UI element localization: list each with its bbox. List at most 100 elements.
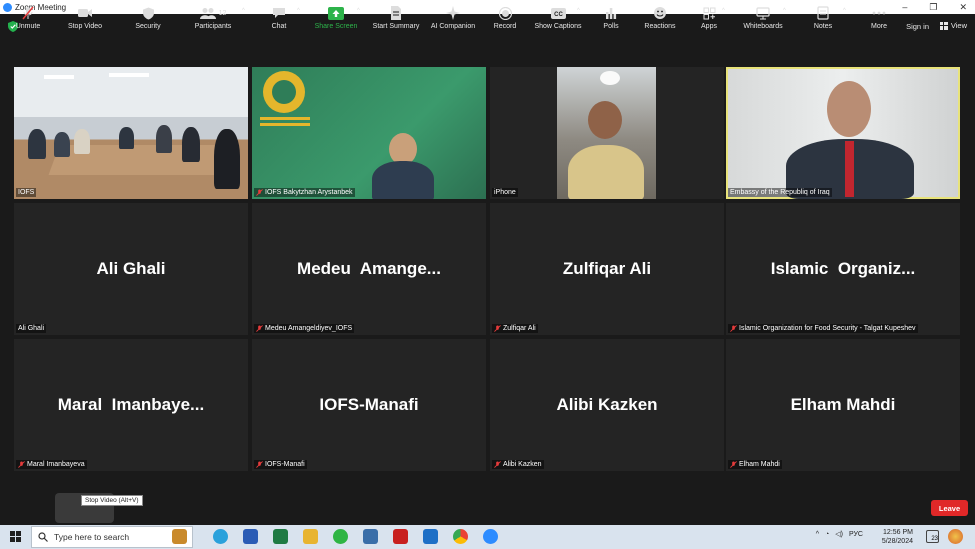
apps-icon <box>703 4 716 22</box>
tile-name-label: Islamic Organization for Food Security -… <box>728 324 918 333</box>
participant-display-name: Medeu Amange... <box>297 259 441 278</box>
name-tile-manafi[interactable]: IOFS-Manafi IOFS-Manafi <box>252 339 486 471</box>
apps-label: Apps <box>701 23 717 30</box>
polls-bar-icon <box>605 4 617 22</box>
logo-inner <box>272 80 296 104</box>
taskbar-app-zoom-icon[interactable] <box>483 529 498 544</box>
participant-head <box>827 81 871 137</box>
more-label: More <box>871 23 887 30</box>
taskbar-widget-icon[interactable] <box>948 529 963 544</box>
tray-volume-icon[interactable]: ◁) <box>835 530 843 538</box>
minimize-button[interactable]: – <box>902 2 907 12</box>
show-captions-button[interactable]: CC Show Captions <box>532 0 584 34</box>
svg-text:CC: CC <box>554 12 563 18</box>
participant-tie <box>845 141 854 197</box>
logo-text-line <box>260 117 310 120</box>
name-tile-zulfiqar[interactable]: Zulfiqar Ali Zulfiqar Ali <box>490 203 724 335</box>
chat-button[interactable]: Chat <box>264 0 294 34</box>
more-button[interactable]: More <box>864 0 894 34</box>
tile-name-label: IOFS <box>16 188 37 197</box>
reactions-button[interactable]: Reactions <box>640 0 680 34</box>
name-tile-medeu[interactable]: Medeu Amange... Medeu Amangeldiyev_IOFS <box>252 203 486 335</box>
share-screen-caret[interactable]: ^ <box>357 8 360 14</box>
tray-network-icon[interactable]: ◔ <box>825 531 829 538</box>
participants-button[interactable]: 12 Participants <box>190 0 236 34</box>
record-button[interactable]: Record <box>490 0 520 34</box>
more-dots-icon <box>872 4 886 22</box>
taskbar-app-whatsapp-icon[interactable] <box>333 529 348 544</box>
tile-name-text: Zulfiqar Ali <box>503 325 536 332</box>
name-tile-elham[interactable]: Elham Mahdi Elham Mahdi <box>726 339 960 471</box>
start-summary-button[interactable]: Start Summary <box>370 0 422 34</box>
show-captions-label: Show Captions <box>534 23 582 30</box>
notification-center-icon[interactable]: 23 <box>926 530 939 543</box>
taskbar-app-word-icon[interactable] <box>243 529 258 544</box>
whiteboard-icon <box>756 4 770 22</box>
view-button[interactable]: View <box>939 21 967 30</box>
participants-caret[interactable]: ^ <box>242 8 245 14</box>
video-tile-iraq-active-speaker[interactable]: Embassy of the Republiq of Iraq <box>726 67 960 199</box>
apps-button[interactable]: Apps <box>696 0 722 34</box>
video-tile-iphone[interactable]: iPhone <box>490 67 724 199</box>
taskbar-app-chrome-icon[interactable] <box>453 529 468 544</box>
whiteboards-label: Whiteboards <box>743 23 783 30</box>
stop-video-tooltip: Stop Video (Alt+V) <box>81 495 143 506</box>
leave-button[interactable]: Leave <box>931 500 968 516</box>
taskbar-app-excel-icon[interactable] <box>273 529 288 544</box>
video-tile-iofs[interactable]: IOFS <box>14 67 248 199</box>
notes-button[interactable]: Notes <box>808 0 838 34</box>
share-screen-icon <box>328 4 344 22</box>
share-screen-button[interactable]: Share Screen <box>312 0 360 34</box>
taskbar-app-explorer-icon[interactable] <box>303 529 318 544</box>
captions-caret[interactable]: ^ <box>577 8 580 14</box>
stop-video-button[interactable]: Stop Video <box>60 0 110 34</box>
taskbar-app-acrobat-icon[interactable] <box>393 529 408 544</box>
tray-chevron-icon[interactable]: ^ <box>816 531 819 538</box>
name-tile-ali-ghali[interactable]: Ali Ghali Ali Ghali <box>14 203 248 335</box>
taskbar-app-network-icon[interactable] <box>363 529 378 544</box>
muted-mic-icon <box>494 461 501 468</box>
taskbar-search-box[interactable]: Type here to search <box>31 526 193 548</box>
unmute-button[interactable]: Unmute <box>10 0 46 34</box>
search-icon <box>38 532 48 542</box>
audio-options-caret[interactable]: ^ <box>44 8 47 14</box>
ai-companion-button[interactable]: AI Companion <box>428 0 478 34</box>
name-tile-islamic-org[interactable]: Islamic Organiz... Islamic Organization … <box>726 203 960 335</box>
reactions-label: Reactions <box>644 23 676 30</box>
whiteboards-button[interactable]: Whiteboards <box>740 0 786 34</box>
chat-caret[interactable]: ^ <box>297 8 300 14</box>
name-tile-maral[interactable]: Maral Imanbaye... Maral Imanbayeva <box>14 339 248 471</box>
participant-display-name: Islamic Organiz... <box>770 259 916 278</box>
participants-label: Participants <box>194 23 232 30</box>
notification-count: 23 <box>931 536 938 542</box>
muted-mic-icon <box>256 325 263 332</box>
taskbar-app-telegram-icon[interactable] <box>213 529 228 544</box>
ceiling-light <box>600 71 620 85</box>
tile-name-label: Embassy of the Republiq of Iraq <box>728 188 832 197</box>
notes-caret[interactable]: ^ <box>843 8 846 14</box>
tile-name-label: IOFS Bakytzhan Arystanbek <box>254 188 355 197</box>
windows-start-icon[interactable] <box>10 531 21 542</box>
participant-body <box>568 145 644 199</box>
taskbar-clock[interactable]: 12:56 PM 5/28/2024 <box>882 528 913 546</box>
restore-button[interactable]: ❐ <box>929 2 937 13</box>
tile-name-label: Alibi Kazken <box>492 460 544 469</box>
view-label: View <box>950 21 967 30</box>
participant-silhouette <box>182 127 200 162</box>
video-tile-bakytzhan[interactable]: IOFS Bakytzhan Arystanbek <box>252 67 486 199</box>
participant-silhouette <box>214 129 240 189</box>
search-placeholder: Type here to search <box>54 532 130 542</box>
whiteboards-caret[interactable]: ^ <box>783 8 786 14</box>
taskbar-app-outlook-icon[interactable] <box>423 529 438 544</box>
tile-name-text: Elham Mahdi <box>739 461 780 468</box>
close-button[interactable]: ✕ <box>959 2 967 13</box>
tray-language[interactable]: РУС <box>849 531 863 538</box>
participant-body <box>372 161 434 199</box>
polls-button[interactable]: Polls <box>598 0 624 34</box>
security-button[interactable]: Security <box>130 0 166 34</box>
sign-in-button[interactable]: Sign in <box>906 22 929 31</box>
apps-caret[interactable]: ^ <box>722 8 725 14</box>
name-tile-alibi[interactable]: Alibi Kazken Alibi Kazken <box>490 339 724 471</box>
taskbar-app-briefcase-icon[interactable] <box>172 529 187 544</box>
record-icon <box>498 4 512 22</box>
